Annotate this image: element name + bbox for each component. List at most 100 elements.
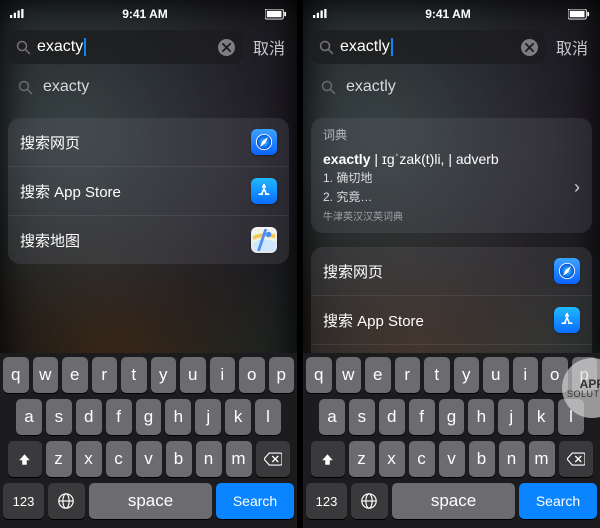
key-k[interactable]: k <box>225 399 251 435</box>
suggestion-text: exacty <box>43 78 89 96</box>
key-e[interactable]: e <box>62 357 88 393</box>
key-t[interactable]: t <box>121 357 147 393</box>
key-w[interactable]: w <box>336 357 362 393</box>
keyboard-row-1: q w e r t y u i o p <box>3 357 294 393</box>
key-y[interactable]: y <box>151 357 177 393</box>
appstore-icon <box>554 307 580 333</box>
key-m[interactable]: m <box>529 441 555 477</box>
key-d[interactable]: d <box>76 399 102 435</box>
search-web-row[interactable]: 搜索网页 <box>8 118 289 166</box>
key-i[interactable]: i <box>513 357 539 393</box>
key-c[interactable]: c <box>106 441 132 477</box>
key-h[interactable]: h <box>468 399 494 435</box>
key-m[interactable]: m <box>226 441 252 477</box>
key-s[interactable]: s <box>349 399 375 435</box>
search-maps-row[interactable]: 搜索地图 <box>8 215 289 264</box>
text-caret <box>391 38 393 56</box>
keyboard-row-3: z x c v b n m <box>306 441 597 477</box>
key-g[interactable]: g <box>439 399 465 435</box>
key-globe[interactable] <box>48 483 85 519</box>
key-k[interactable]: k <box>528 399 554 435</box>
suggestion-text: exactly <box>346 78 396 96</box>
key-search[interactable]: Search <box>519 483 597 519</box>
key-x[interactable]: x <box>379 441 405 477</box>
key-g[interactable]: g <box>136 399 162 435</box>
key-v[interactable]: v <box>439 441 465 477</box>
key-r[interactable]: r <box>395 357 421 393</box>
key-z[interactable]: z <box>349 441 375 477</box>
key-v[interactable]: v <box>136 441 162 477</box>
key-w[interactable]: w <box>33 357 59 393</box>
search-appstore-row[interactable]: 搜索 App Store <box>311 295 592 344</box>
key-j[interactable]: j <box>195 399 221 435</box>
key-j[interactable]: j <box>498 399 524 435</box>
dictionary-source: 牛津英汉汉英词典 <box>323 208 568 223</box>
search-appstore-row[interactable]: 搜索 App Store <box>8 166 289 215</box>
key-o[interactable]: o <box>542 357 568 393</box>
search-icon <box>16 40 31 55</box>
key-u[interactable]: u <box>483 357 509 393</box>
key-q[interactable]: q <box>306 357 332 393</box>
key-space[interactable]: space <box>89 483 212 519</box>
key-shift[interactable] <box>8 441 42 477</box>
dictionary-card[interactable]: 词典 exactly | ɪɡˈzak(t)li, | adverb 1. 确切… <box>311 118 592 233</box>
search-field[interactable]: exactly <box>311 30 546 64</box>
key-u[interactable]: u <box>180 357 206 393</box>
key-e[interactable]: e <box>365 357 391 393</box>
keyboard[interactable]: q w e r t y u i o p a s d f g h <box>303 353 600 528</box>
key-l[interactable]: l <box>255 399 281 435</box>
key-s[interactable]: s <box>46 399 72 435</box>
key-n[interactable]: n <box>196 441 222 477</box>
key-l[interactable]: l <box>558 399 584 435</box>
key-a[interactable]: a <box>16 399 42 435</box>
key-c[interactable]: c <box>409 441 435 477</box>
key-f[interactable]: f <box>106 399 132 435</box>
key-shift[interactable] <box>311 441 345 477</box>
key-d[interactable]: d <box>379 399 405 435</box>
key-p[interactable]: p <box>572 357 598 393</box>
key-backspace[interactable] <box>559 441 593 477</box>
phone-left: 9:41 AM exacty <box>0 0 297 528</box>
key-o[interactable]: o <box>239 357 265 393</box>
cancel-button[interactable]: 取消 <box>552 35 592 59</box>
status-bar: 9:41 AM <box>303 0 600 24</box>
search-input[interactable]: exacty <box>37 38 212 56</box>
keyboard-row-2: a s d f g h j k l <box>3 399 294 435</box>
keyboard[interactable]: q w e r t y u i o p a s d f g h <box>0 353 297 528</box>
key-b[interactable]: b <box>469 441 495 477</box>
clear-button[interactable] <box>521 39 538 56</box>
key-search[interactable]: Search <box>216 483 294 519</box>
keyboard-row-3: z x c v b n m <box>3 441 294 477</box>
clear-button[interactable] <box>218 39 235 56</box>
search-web-row[interactable]: 搜索网页 <box>311 247 592 295</box>
key-y[interactable]: y <box>454 357 480 393</box>
key-i[interactable]: i <box>210 357 236 393</box>
key-p[interactable]: p <box>269 357 295 393</box>
dictionary-headword: exactly | ɪɡˈzak(t)li, | adverb <box>323 151 568 167</box>
suggestion-row[interactable]: exacty <box>8 70 289 110</box>
key-b[interactable]: b <box>166 441 192 477</box>
key-h[interactable]: h <box>165 399 191 435</box>
key-space[interactable]: space <box>392 483 515 519</box>
key-n[interactable]: n <box>499 441 525 477</box>
key-backspace[interactable] <box>256 441 290 477</box>
key-x[interactable]: x <box>76 441 102 477</box>
key-123[interactable]: 123 <box>306 483 347 519</box>
status-time: 9:41 AM <box>425 7 471 21</box>
key-r[interactable]: r <box>92 357 118 393</box>
key-t[interactable]: t <box>424 357 450 393</box>
battery-icon <box>265 9 287 20</box>
search-input[interactable]: exactly <box>340 38 515 56</box>
key-q[interactable]: q <box>3 357 29 393</box>
key-a[interactable]: a <box>319 399 345 435</box>
dictionary-definition-1: 1. 确切地 <box>323 170 568 186</box>
key-z[interactable]: z <box>46 441 72 477</box>
key-123[interactable]: 123 <box>3 483 44 519</box>
keyboard-row-2: a s d f g h j k l <box>306 399 597 435</box>
cancel-button[interactable]: 取消 <box>249 35 289 59</box>
phone-right: 9:41 AM exactly <box>303 0 600 528</box>
search-field[interactable]: exacty <box>8 30 243 64</box>
key-globe[interactable] <box>351 483 388 519</box>
suggestion-row[interactable]: exactly <box>311 70 592 110</box>
key-f[interactable]: f <box>409 399 435 435</box>
